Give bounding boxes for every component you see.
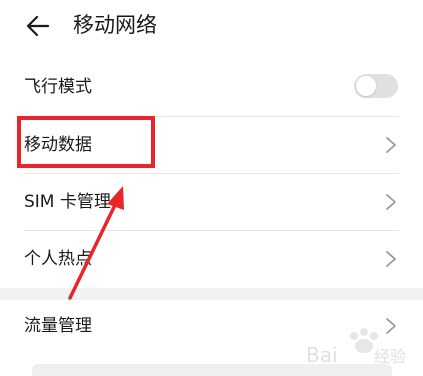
chevron-right-icon: [386, 194, 396, 210]
page-title: 移动网络: [73, 13, 157, 37]
setting-row-data-usage[interactable]: 流量管理: [0, 300, 423, 356]
setting-label-personal-hotspot: 个人热点: [24, 249, 92, 269]
chevron-right-icon: [386, 251, 396, 267]
arrow-left-icon[interactable]: [24, 12, 52, 40]
next-section-card: [32, 364, 392, 376]
chevron-right-icon: [386, 318, 396, 334]
setting-label-airplane-mode: 飞行模式: [24, 77, 92, 97]
top-app-bar: 移动网络: [0, 0, 423, 52]
airplane-mode-toggle[interactable]: [354, 74, 398, 98]
section-divider: [0, 288, 423, 300]
setting-label-data-usage: 流量管理: [24, 316, 92, 336]
chevron-right-icon: [386, 137, 396, 153]
setting-label-sim-management: SIM 卡管理: [24, 192, 111, 212]
annotation-highlight-box: [17, 116, 155, 168]
setting-row-sim-management[interactable]: SIM 卡管理: [0, 174, 423, 230]
setting-row-personal-hotspot[interactable]: 个人热点: [0, 231, 423, 288]
toggle-knob: [356, 76, 376, 96]
